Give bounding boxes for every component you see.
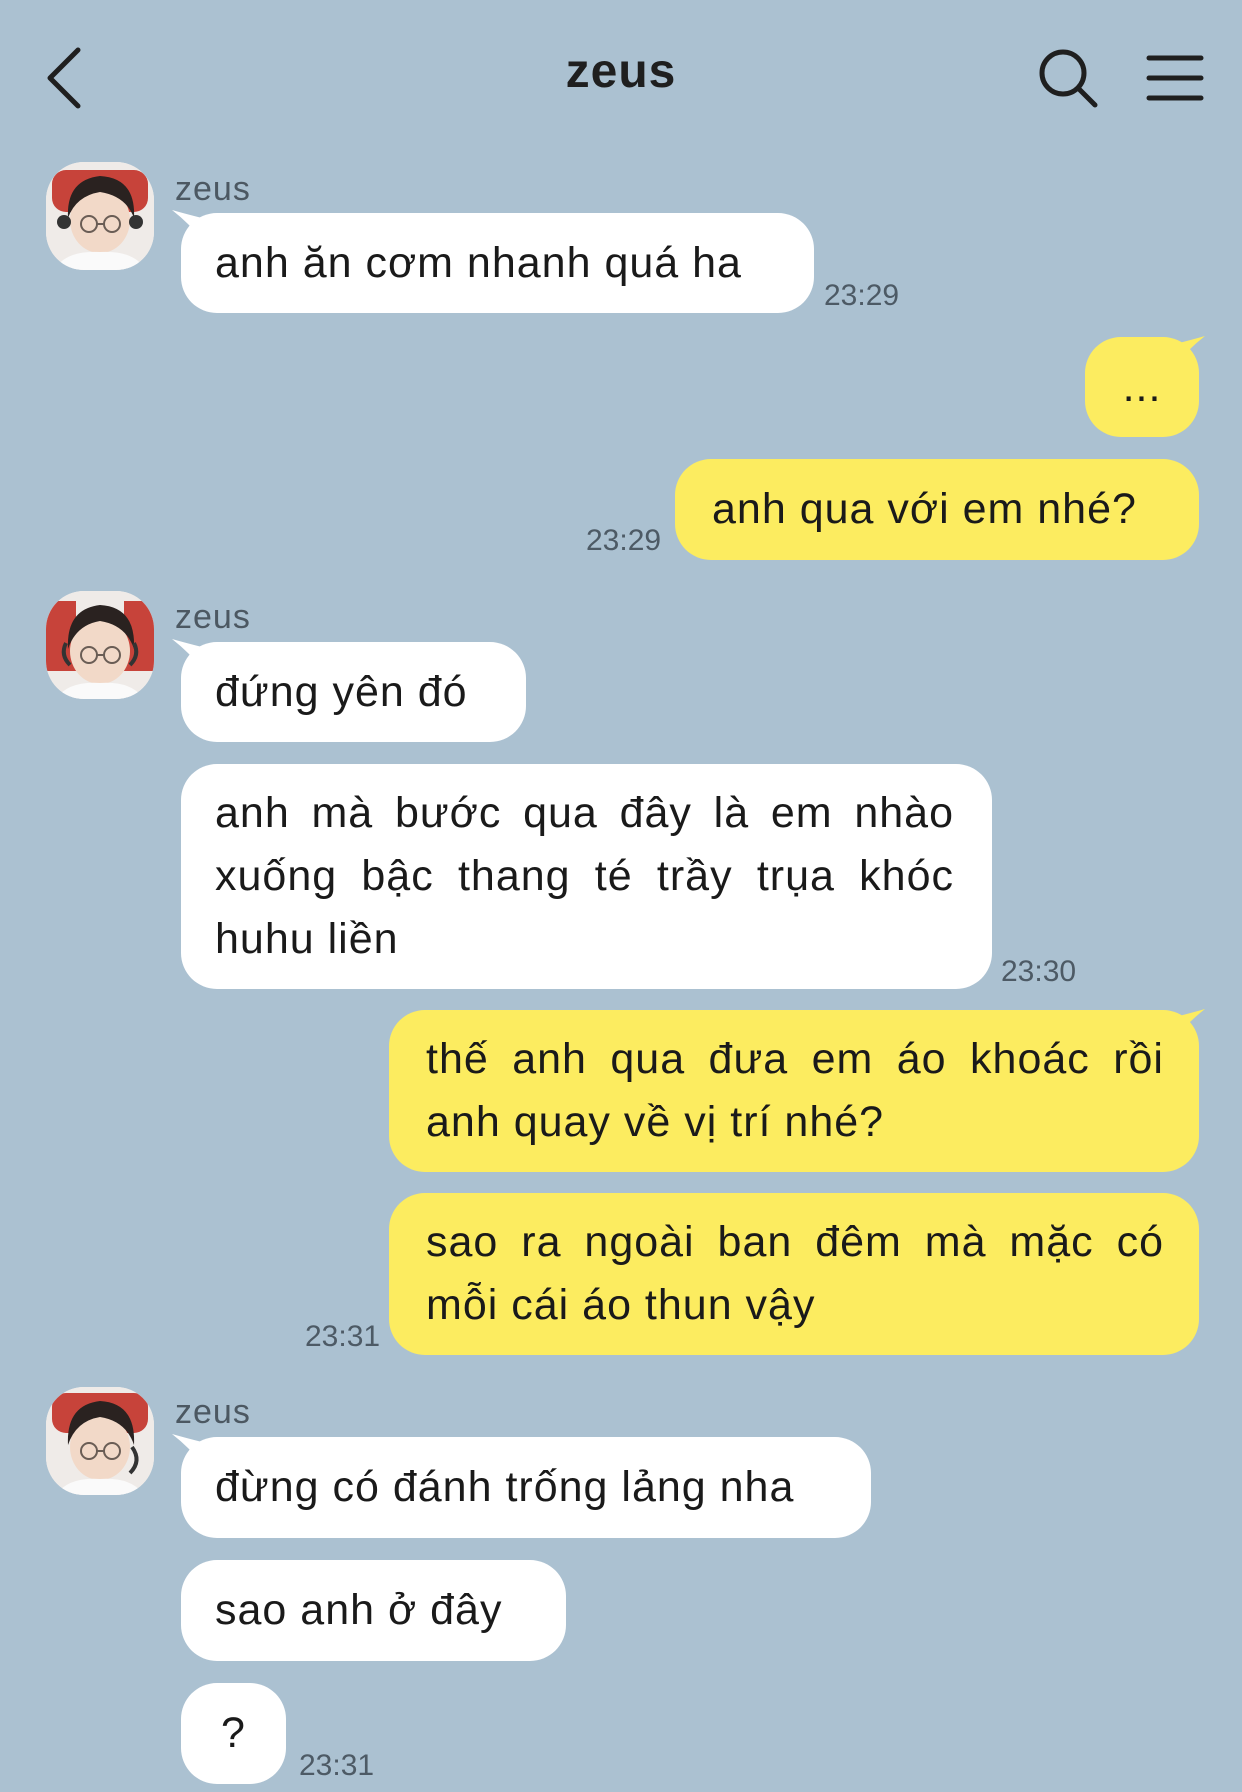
avatar[interactable] — [46, 1387, 154, 1495]
message-bubble-incoming[interactable]: sao anh ở đây — [181, 1560, 566, 1661]
avatar[interactable] — [46, 591, 154, 699]
sender-name: zeus — [175, 598, 251, 636]
message-bubble-incoming[interactable]: đừng có đánh trống lảng nha — [181, 1437, 871, 1538]
hamburger-menu-icon — [1146, 55, 1204, 101]
message-bubble-outgoing[interactable]: anh qua với em nhé? — [675, 459, 1199, 560]
message-bubble-incoming[interactable]: đứng yên đó — [181, 642, 526, 742]
sender-name: zeus — [175, 170, 251, 208]
message-timestamp: 23:31 — [299, 1749, 375, 1782]
message-bubble-outgoing[interactable]: sao ra ngoài ban đêm mà mặc có mỗi cái á… — [389, 1193, 1199, 1355]
message-bubble-outgoing[interactable]: ... — [1085, 337, 1199, 437]
avatar[interactable] — [46, 162, 154, 270]
message-bubble-incoming[interactable]: anh ăn cơm nhanh quá ha — [181, 213, 814, 313]
message-bubble-outgoing[interactable]: thế anh qua đưa em áo khoác rồi anh quay… — [389, 1010, 1199, 1172]
search-button[interactable] — [1036, 46, 1100, 110]
message-timestamp: 23:29 — [586, 524, 662, 557]
chat-header: zeus — [0, 0, 1242, 150]
message-timestamp: 23:29 — [824, 279, 900, 312]
message-timestamp: 23:31 — [305, 1320, 381, 1353]
search-icon — [1039, 49, 1098, 108]
message-timestamp: 23:30 — [1001, 955, 1077, 988]
message-bubble-incoming[interactable]: anh mà bước qua đây là em nhào xuống bậc… — [181, 764, 992, 989]
menu-button[interactable] — [1146, 52, 1204, 104]
message-bubble-incoming[interactable]: ? — [181, 1683, 286, 1784]
sender-name: zeus — [175, 1393, 251, 1431]
